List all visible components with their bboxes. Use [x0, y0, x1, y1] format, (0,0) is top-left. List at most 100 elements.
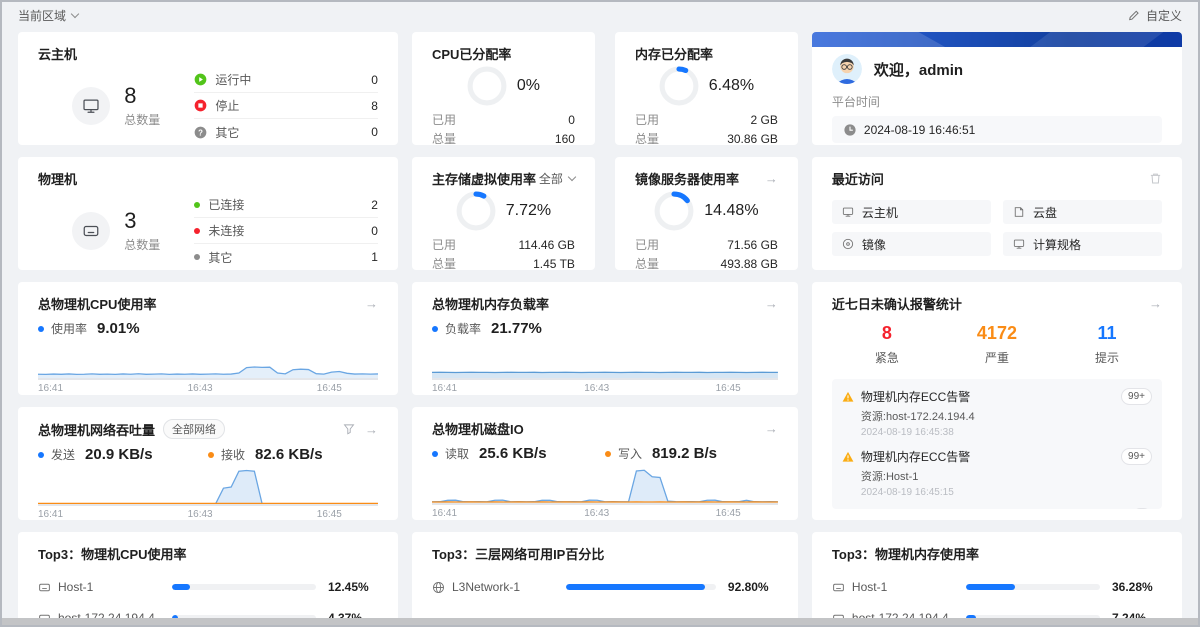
platform-time-label: 平台时间	[832, 93, 1162, 110]
mem-load-chart	[432, 342, 778, 380]
volume-icon	[1013, 206, 1025, 218]
host-status-other: 其它 1	[194, 244, 378, 270]
server-icon	[832, 581, 845, 594]
alarm-count-badge: 99+	[1121, 448, 1152, 465]
topbar: 当前区域 自定义	[2, 2, 1198, 28]
mem-load-card: 总物理机内存负载率 → 负载率 21.77% 16:4116:4316:45	[412, 282, 798, 395]
mem-alloc-percent: 6.48%	[709, 77, 754, 95]
red-dot-icon	[194, 228, 200, 234]
server-icon	[38, 581, 51, 594]
alarm-stat-severe: 4172 严重	[942, 323, 1052, 366]
mem-load-title: 总物理机内存负载率	[432, 294, 549, 313]
host-total-label: 总数量	[124, 236, 160, 253]
welcome-greeting: 欢迎，admin	[874, 59, 963, 80]
cpu-alloc-title: CPU已分配率	[432, 44, 511, 63]
globe-icon	[432, 581, 445, 594]
arrow-right-icon[interactable]: →	[765, 422, 778, 435]
top-cpu-card: Top3：物理机CPU使用率 Host-1 12.45% host-172.24…	[18, 532, 398, 627]
avatar	[832, 54, 862, 84]
vm-card-title: 云主机	[38, 44, 77, 63]
clock-icon	[844, 124, 856, 136]
network-recv-legend: 接收 82.6 KB/s	[208, 446, 378, 463]
monitor-icon	[842, 206, 854, 218]
alarm-stat-emergency: 8 紧急	[832, 323, 942, 366]
chevron-down-icon	[568, 173, 576, 181]
recent-item-vm[interactable]: 云主机	[832, 200, 991, 224]
running-icon	[194, 73, 207, 86]
warning-icon	[842, 451, 854, 463]
alarm-title: 近七日未确认报警统计	[832, 294, 962, 313]
welcome-card: 欢迎，admin 平台时间 2024-08-19 16:46:51	[812, 32, 1182, 145]
network-send-legend: 发送 20.9 KB/s	[38, 446, 208, 463]
progress-bar	[172, 584, 316, 590]
filter-icon[interactable]	[343, 423, 355, 435]
recent-title: 最近访问	[832, 169, 884, 188]
cpu-usage-legend: 使用率 9.01%	[38, 320, 208, 337]
progress-bar	[966, 584, 1100, 590]
alarm-count-badge: 1	[1132, 508, 1152, 509]
storage-percent: 7.72%	[506, 202, 551, 220]
alarm-item-3[interactable]: 物理机挂载路径错误 1 资源:host-172.24.194.3	[842, 501, 1152, 509]
top-cpu-row-1[interactable]: Host-1 12.45%	[38, 580, 378, 594]
recent-card: 最近访问 云主机 云盘 镜像	[812, 157, 1182, 270]
blue-dot-icon	[38, 452, 44, 458]
recent-item-instance-offering[interactable]: 计算规格	[1003, 232, 1162, 256]
arrow-right-icon[interactable]: →	[765, 297, 778, 310]
arrow-right-icon[interactable]: →	[365, 297, 378, 310]
cpu-alloc-percent: 0%	[517, 77, 540, 95]
recent-item-image[interactable]: 镜像	[832, 232, 991, 256]
question-icon: ?	[194, 126, 207, 139]
disk-io-card: 总物理机磁盘IO → 读取 25.6 KB/s 写入 819.2 B/s	[412, 407, 798, 520]
cpu-usage-chart	[38, 342, 378, 380]
arrow-right-icon[interactable]: →	[765, 172, 778, 185]
column-middle: CPU已分配率 0% 已用0 总量160 内存已分配率 6.48% 已用2 G	[412, 32, 798, 627]
blue-dot-icon	[38, 326, 44, 332]
storage-filter-select[interactable]: 全部	[539, 170, 575, 187]
network-title: 总物理机网络吞吐量	[38, 420, 155, 439]
region-selector[interactable]: 当前区域	[18, 7, 78, 24]
progress-fill	[566, 584, 705, 590]
customize-button[interactable]: 自定义	[1128, 7, 1182, 24]
chevron-down-icon	[71, 9, 79, 17]
warning-icon	[842, 391, 854, 403]
trash-icon[interactable]	[1149, 172, 1162, 185]
vm-monitor-icon	[72, 87, 110, 125]
image-server-donut	[654, 191, 694, 231]
column-right: 欢迎，admin 平台时间 2024-08-19 16:46:51 最近访问	[812, 32, 1182, 627]
vm-status-stopped: 停止 8	[194, 93, 378, 119]
storage-donut	[456, 191, 496, 231]
alarm-item-2[interactable]: 物理机内存ECC告警 99+ 资源:Host-1 2024-08-19 16:4…	[842, 441, 1152, 501]
mem-alloc-title: 内存已分配率	[635, 44, 713, 63]
network-scope-tag: 全部网络	[163, 419, 225, 439]
dashboard-grid: 云主机 8 总数量 运行中	[2, 28, 1198, 627]
cpu-alloc-donut	[467, 66, 507, 106]
recent-item-volume[interactable]: 云盘	[1003, 200, 1162, 224]
vm-card: 云主机 8 总数量 运行中	[18, 32, 398, 145]
alarm-item-1[interactable]: 物理机内存ECC告警 99+ 资源:host-172.24.194.4 2024…	[842, 381, 1152, 441]
network-axis: 16:4116:4316:45	[38, 509, 378, 520]
mem-alloc-card: 内存已分配率 6.48% 已用2 GB 总量30.86 GB	[615, 32, 798, 145]
top-ip-row-1[interactable]: L3Network-1 92.80%	[432, 580, 778, 594]
orange-dot-icon	[208, 452, 214, 458]
network-chart	[38, 468, 378, 506]
top-mem-title: Top3：物理机内存使用率	[832, 544, 979, 563]
host-card-title: 物理机	[38, 169, 77, 188]
vm-total-label: 总数量	[124, 111, 160, 128]
image-disc-icon	[842, 238, 854, 250]
arrow-right-icon[interactable]: →	[1149, 297, 1162, 310]
platform-time-box: 2024-08-19 16:46:51	[832, 116, 1162, 143]
image-server-card: 镜像服务器使用率 → 14.48% 已用71.56 GB 总量493.88 GB	[615, 157, 798, 270]
horizontal-scrollbar[interactable]	[2, 618, 1198, 625]
storage-title: 主存储虚拟使用率	[432, 169, 536, 188]
network-card: 总物理机网络吞吐量 全部网络 → 发送 20.9 KB/s	[18, 407, 398, 520]
disk-read-legend: 读取 25.6 KB/s	[432, 445, 605, 462]
top-mem-row-1[interactable]: Host-1 36.28%	[832, 580, 1162, 594]
blue-dot-icon	[432, 451, 438, 457]
disk-io-axis: 16:4116:4316:45	[432, 508, 778, 520]
disk-io-title: 总物理机磁盘IO	[432, 419, 524, 438]
host-server-icon	[72, 212, 110, 250]
arrow-right-icon[interactable]: →	[365, 423, 378, 436]
progress-bar	[566, 584, 716, 590]
host-total: 3	[124, 209, 160, 233]
progress-fill	[172, 584, 190, 590]
